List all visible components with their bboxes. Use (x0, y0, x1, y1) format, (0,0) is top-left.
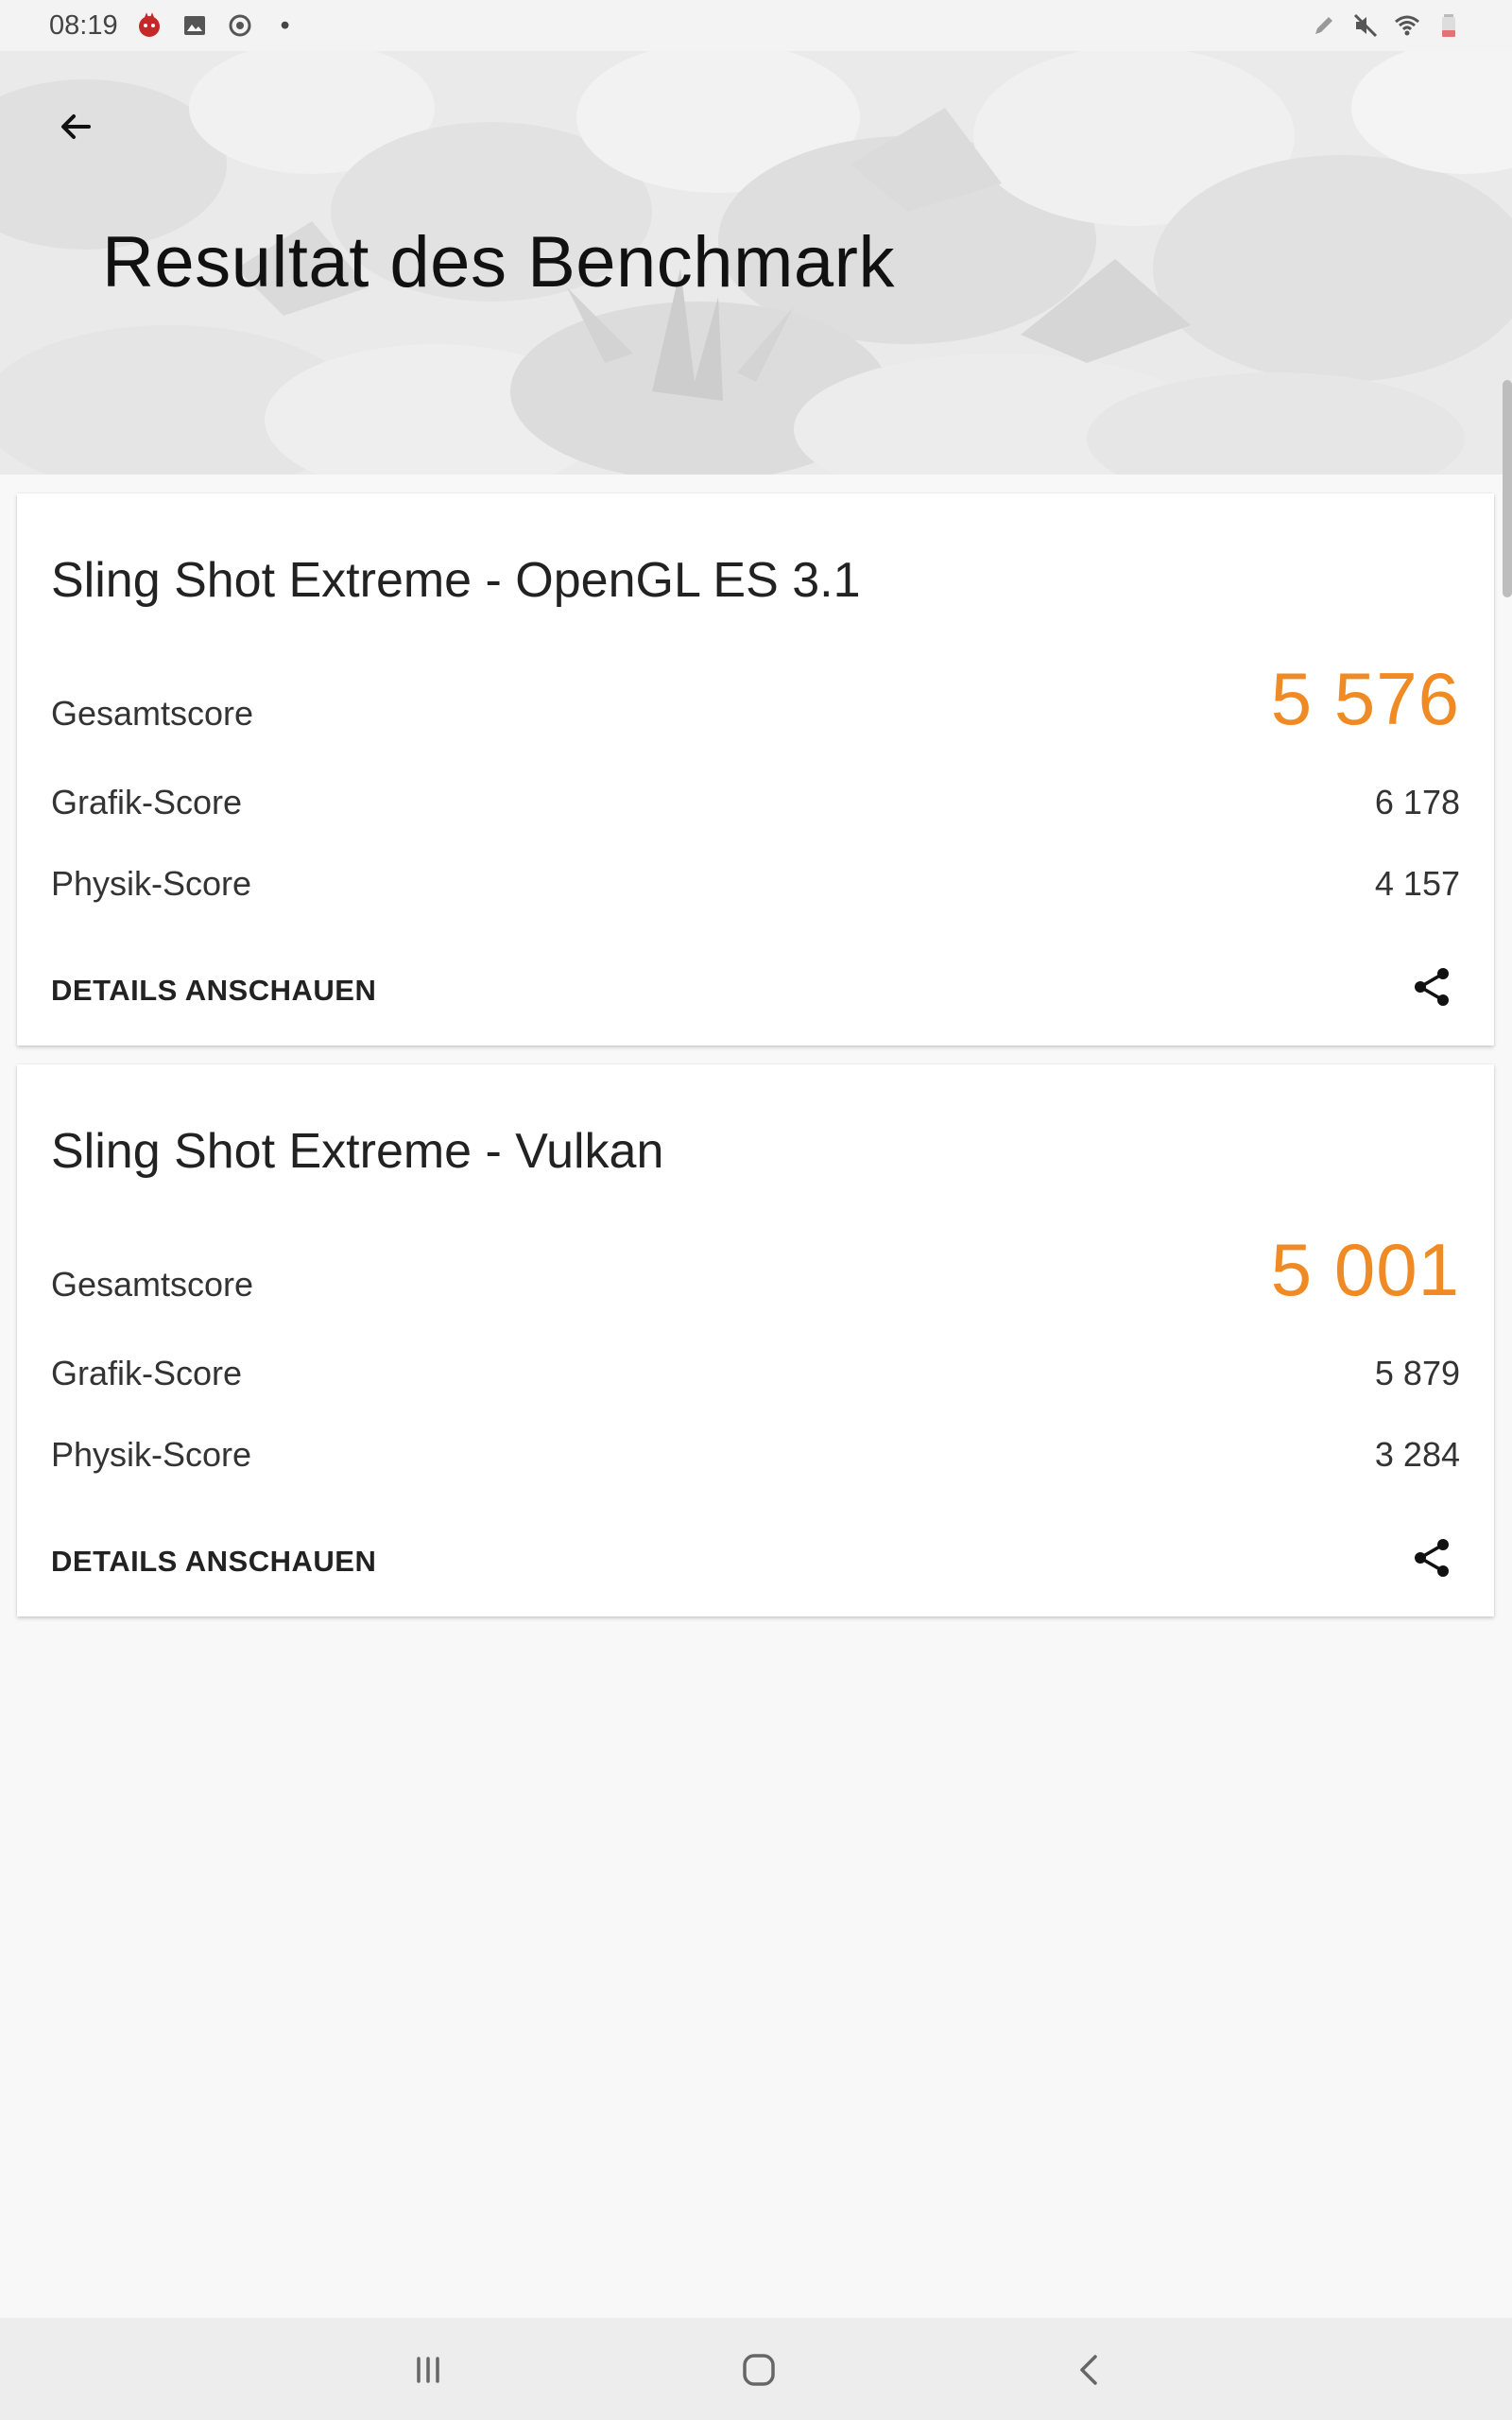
graphics-score-value: 5 879 (1374, 1354, 1460, 1392)
graphics-score-label: Grafik-Score (51, 1354, 243, 1392)
wifi-icon (1393, 11, 1421, 40)
physics-score-value: 4 157 (1374, 864, 1460, 903)
arrow-back-icon (61, 114, 91, 139)
card-title: Sling Shot Extreme - OpenGL ES 3.1 (51, 553, 861, 608)
recents-button[interactable] (395, 2337, 461, 2403)
scrollbar[interactable] (1503, 380, 1512, 597)
graphics-score-value: 6 178 (1374, 783, 1460, 821)
page-title: Resultat des Benchmark (102, 222, 895, 302)
result-card-vulkan: Sling Shot Extreme - Vulkan Gesamtscore … (17, 1064, 1494, 1616)
total-score-value: 5 576 (1270, 657, 1460, 740)
nav-back-button[interactable] (1057, 2337, 1123, 2403)
app-notification-icon (135, 11, 163, 40)
status-bar-right (1310, 11, 1463, 40)
home-button[interactable] (726, 2337, 792, 2403)
pen-icon (1310, 11, 1338, 40)
navigation-bar (0, 2318, 1512, 2420)
share-button[interactable] (1403, 1530, 1460, 1586)
back-icon (1080, 2355, 1097, 2385)
total-score-value: 5 001 (1270, 1228, 1460, 1311)
share-button[interactable] (1403, 959, 1460, 1015)
physics-score-label: Physik-Score (51, 1435, 252, 1474)
back-button[interactable] (42, 93, 110, 161)
status-bar-left: 08:19 • (49, 10, 300, 42)
physics-score-label: Physik-Score (51, 864, 252, 903)
details-button[interactable]: DETAILS ANSCHAUEN (51, 974, 376, 1008)
battery-icon (1435, 11, 1463, 40)
header: Resultat des Benchmark (0, 51, 1512, 475)
total-score-label: Gesamtscore (51, 694, 254, 733)
total-score-label: Gesamtscore (51, 1265, 254, 1304)
status-bar: 08:19 • (0, 0, 1512, 51)
share-icon (1415, 968, 1449, 1006)
graphics-score-label: Grafik-Score (51, 783, 243, 821)
home-icon (743, 2354, 775, 2386)
details-button[interactable]: DETAILS ANSCHAUEN (51, 1545, 376, 1579)
mute-icon (1351, 11, 1380, 40)
status-time: 08:19 (49, 9, 118, 41)
more-dot-icon: • (280, 9, 290, 41)
gallery-icon (180, 11, 209, 40)
result-card-opengl: Sling Shot Extreme - OpenGL ES 3.1 Gesam… (17, 493, 1494, 1046)
sync-icon (226, 11, 254, 40)
physics-score-value: 3 284 (1374, 1435, 1460, 1474)
card-title: Sling Shot Extreme - Vulkan (51, 1124, 664, 1179)
share-icon (1415, 1539, 1449, 1577)
recents-icon (417, 2357, 439, 2383)
